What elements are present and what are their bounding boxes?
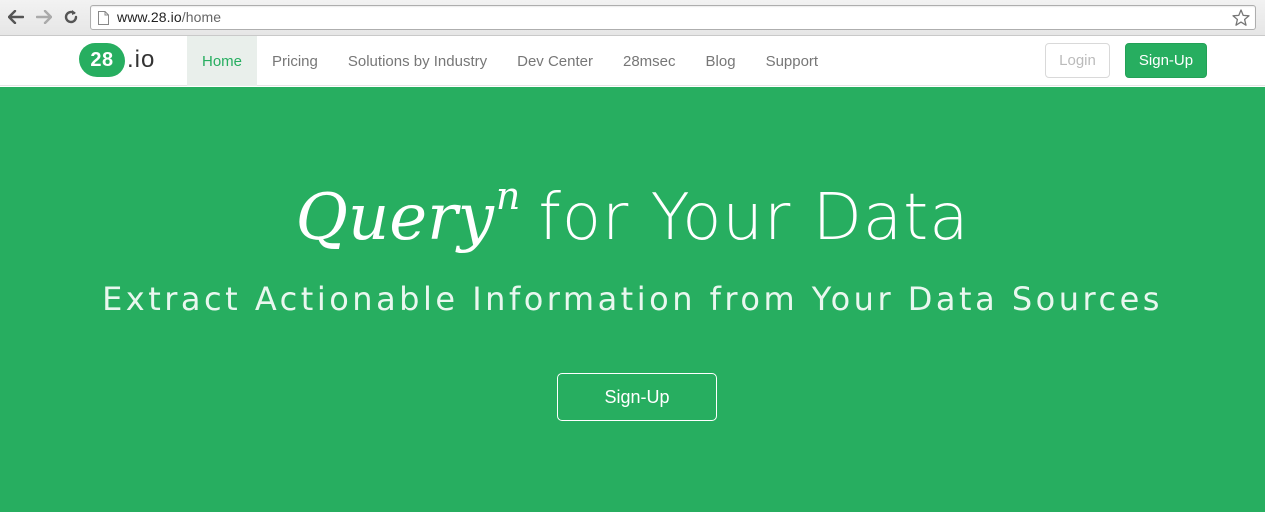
nav-link-dev-center[interactable]: Dev Center (502, 36, 608, 86)
nav-link-solutions-by-industry[interactable]: Solutions by Industry (333, 36, 502, 86)
hero-title: Queryn for Your Data (0, 174, 1265, 266)
url-text: www.28.io/home (117, 9, 222, 25)
hero-title-word: Query (295, 181, 494, 255)
login-button[interactable]: Login (1045, 43, 1110, 78)
site-navbar: 28 .io Home Pricing Solutions by Industr… (0, 36, 1265, 86)
page-icon (98, 11, 109, 25)
nav-links: Home Pricing Solutions by Industry Dev C… (187, 36, 833, 86)
reload-icon[interactable] (61, 7, 81, 27)
nav-link-home[interactable]: Home (187, 36, 258, 86)
logo-badge: 28 (79, 43, 125, 77)
logo-suffix: .io (127, 46, 156, 73)
browser-toolbar: www.28.io/home (0, 0, 1265, 36)
nav-link-blog[interactable]: Blog (691, 36, 751, 86)
nav-link-support[interactable]: Support (751, 36, 834, 86)
bookmark-star-icon[interactable] (1231, 8, 1251, 28)
forward-arrow-icon[interactable] (34, 7, 54, 27)
nav-link-28msec[interactable]: 28msec (608, 36, 691, 86)
nav-link-pricing[interactable]: Pricing (257, 36, 333, 86)
hero-title-superscript: n (495, 174, 521, 218)
back-arrow-icon[interactable] (6, 7, 26, 27)
signup-button-hero[interactable]: Sign-Up (557, 373, 717, 421)
site-logo[interactable]: 28 .io (79, 42, 155, 78)
hero-title-rest: for Your Data (538, 181, 970, 255)
hero-subtitle: Extract Actionable Information from Your… (102, 280, 1163, 318)
address-bar[interactable]: www.28.io/home (90, 5, 1256, 30)
hero-section: Queryn for Your Data Extract Actionable I… (0, 87, 1265, 512)
signup-button-nav[interactable]: Sign-Up (1125, 43, 1207, 78)
